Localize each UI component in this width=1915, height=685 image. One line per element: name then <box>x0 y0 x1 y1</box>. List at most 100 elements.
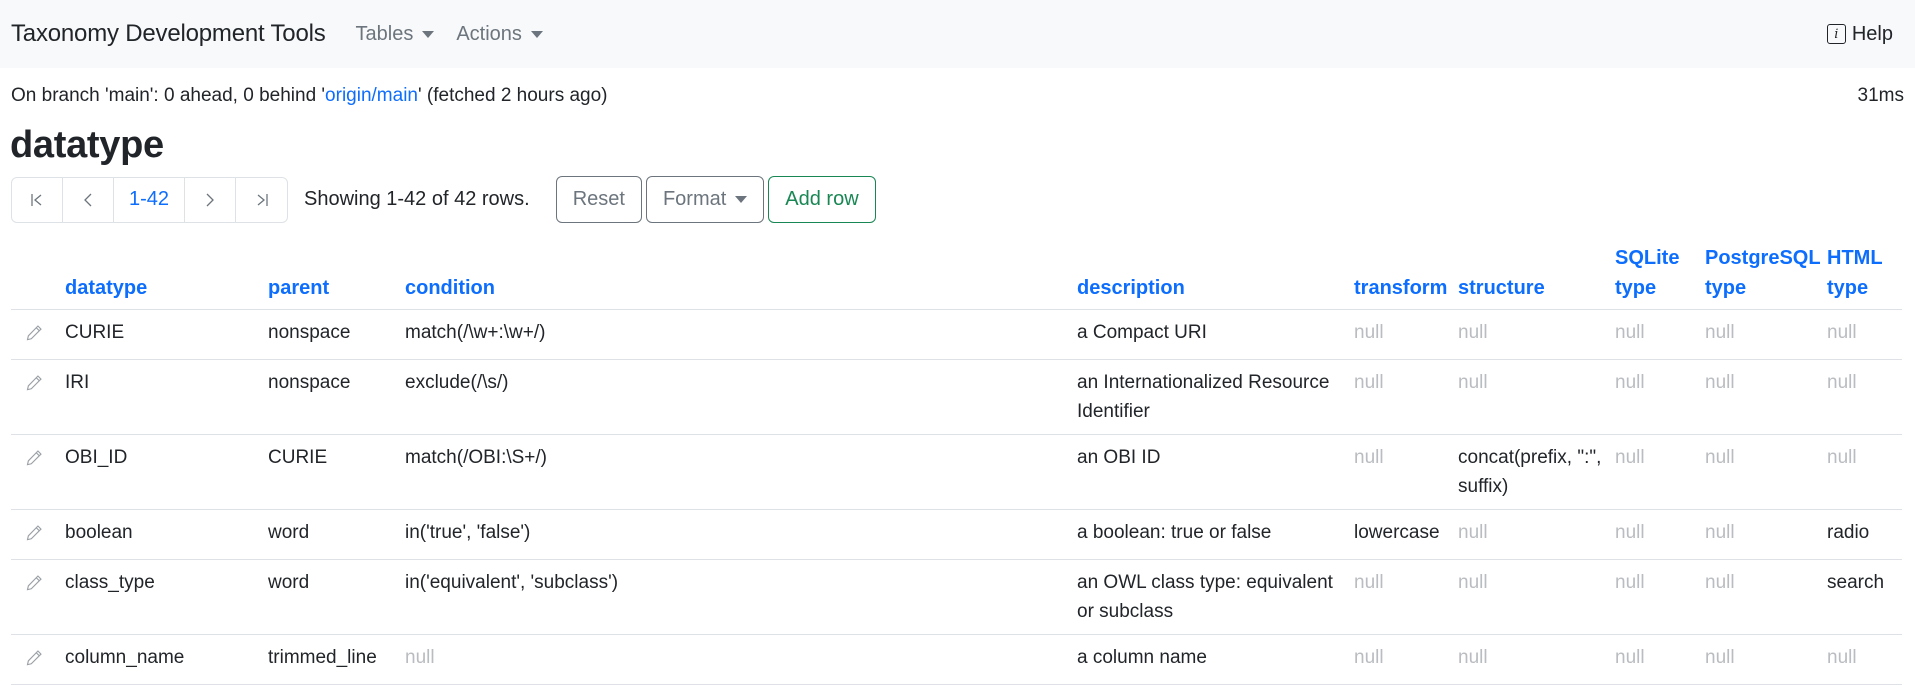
cell-postgresql-type[interactable]: null <box>1705 634 1827 685</box>
cell-html-type[interactable]: search <box>1827 559 1902 635</box>
cell-condition[interactable]: null <box>405 634 1077 685</box>
cell-html-type[interactable]: null <box>1827 434 1902 510</box>
next-page-button[interactable] <box>185 177 236 222</box>
cell-html-type[interactable]: radio <box>1827 509 1902 560</box>
cell-datatype[interactable]: boolean <box>65 509 268 560</box>
table-toolbar: 1-42 Showing 1-42 of 42 rows. Reset Form… <box>11 176 1915 223</box>
edit-row-button[interactable] <box>11 509 65 560</box>
cell-structure[interactable]: null <box>1458 559 1615 635</box>
menu-actions[interactable]: Actions <box>456 23 543 46</box>
cell-datatype[interactable]: column_name <box>65 634 268 685</box>
column-header-parent[interactable]: parent <box>268 243 405 310</box>
row-count-text: Showing 1-42 of 42 rows. <box>304 188 530 210</box>
cell-structure[interactable]: null <box>1458 309 1615 360</box>
help-label: Help <box>1851 22 1893 45</box>
cell-description[interactable]: a column name <box>1077 634 1354 685</box>
cell-parent[interactable]: nonspace <box>268 359 405 435</box>
cell-parent[interactable]: CURIE <box>268 434 405 510</box>
cell-parent[interactable]: trimmed_line <box>268 634 405 685</box>
cell-description[interactable]: a Compact URI <box>1077 309 1354 360</box>
cell-sqlite-type[interactable]: null <box>1615 434 1705 510</box>
table-row: OBI_ID CURIE match(/OBI:\S+/) an OBI ID null… <box>11 434 1902 510</box>
add-row-button[interactable]: Add row <box>768 176 876 223</box>
help-link[interactable]: i Help <box>1826 22 1893 46</box>
cell-postgresql-type[interactable]: null <box>1705 309 1827 360</box>
column-header-datatype[interactable]: datatype <box>65 243 268 310</box>
table-row: column_name trimmed_line null a column name… <box>11 634 1902 685</box>
branch-status-prefix: On branch 'main': 0 ahead, 0 behind ' <box>11 85 326 106</box>
menu-tables[interactable]: Tables <box>356 23 435 46</box>
first-page-icon <box>31 193 42 206</box>
cell-parent[interactable]: word <box>268 509 405 560</box>
cell-sqlite-type[interactable]: null <box>1615 634 1705 685</box>
remote-branch-link[interactable]: origin/main <box>325 85 418 106</box>
column-header-condition[interactable]: condition <box>405 243 1077 310</box>
cell-transform[interactable]: null <box>1354 559 1458 635</box>
cell-sqlite-type[interactable]: null <box>1615 509 1705 560</box>
cell-transform[interactable]: null <box>1354 434 1458 510</box>
cell-datatype[interactable]: CURIE <box>65 309 268 360</box>
branch-status-suffix: ' (fetched 2 hours ago) <box>417 85 608 106</box>
reset-button[interactable]: Reset <box>555 176 642 223</box>
cell-condition[interactable]: exclude(/\s/) <box>405 359 1077 435</box>
cell-structure[interactable]: null <box>1458 359 1615 435</box>
cell-parent[interactable]: word <box>268 559 405 635</box>
edit-row-button[interactable] <box>11 559 65 635</box>
edit-row-button[interactable] <box>11 434 65 510</box>
cell-description[interactable]: a boolean: true or false <box>1077 509 1354 560</box>
edit-row-button[interactable] <box>11 309 65 360</box>
column-header-html-type[interactable]: HTML type <box>1827 243 1902 310</box>
page-title: datatype <box>10 124 164 166</box>
cell-parent[interactable]: nonspace <box>268 309 405 360</box>
cell-sqlite-type[interactable]: null <box>1615 309 1705 360</box>
brand-title[interactable]: Taxonomy Development Tools <box>11 20 326 48</box>
cell-condition[interactable]: in('equivalent', 'subclass') <box>405 559 1077 635</box>
pagination: 1-42 <box>11 176 288 223</box>
cell-html-type[interactable]: null <box>1827 309 1902 360</box>
last-page-button[interactable] <box>236 178 287 222</box>
edit-row-button[interactable] <box>11 359 65 435</box>
datatype-table: datatype parent condition description transf… <box>11 243 1902 685</box>
cell-description[interactable]: an OWL class type: equivalent or subclas… <box>1077 559 1354 635</box>
cell-datatype[interactable]: OBI_ID <box>65 434 268 510</box>
cell-postgresql-type[interactable]: null <box>1705 434 1827 510</box>
cell-datatype[interactable]: class_type <box>65 559 268 635</box>
pencil-icon <box>26 650 42 666</box>
cell-condition[interactable]: match(/\w+:\w+/) <box>405 309 1077 360</box>
cell-postgresql-type[interactable]: null <box>1705 559 1827 635</box>
column-header-structure[interactable]: structure <box>1458 243 1615 310</box>
cell-condition[interactable]: match(/OBI:\S+/) <box>405 434 1077 510</box>
cell-sqlite-type[interactable]: null <box>1615 359 1705 435</box>
cell-description[interactable]: an Internationalized Resource Identifier <box>1077 359 1354 435</box>
info-icon: i <box>1826 24 1846 44</box>
cell-structure[interactable]: concat(prefix, ":", suffix) <box>1458 434 1615 510</box>
cell-structure[interactable]: null <box>1458 634 1615 685</box>
cell-transform[interactable]: null <box>1354 359 1458 435</box>
cell-html-type[interactable]: null <box>1827 634 1902 685</box>
cell-datatype[interactable]: IRI <box>65 359 268 435</box>
cell-structure[interactable]: null <box>1458 509 1615 560</box>
column-header-transform[interactable]: transform <box>1354 243 1458 310</box>
cell-transform[interactable]: null <box>1354 634 1458 685</box>
cell-html-type[interactable]: null <box>1827 359 1902 435</box>
edit-row-button[interactable] <box>11 634 65 685</box>
first-page-button[interactable] <box>12 177 63 222</box>
cell-transform[interactable]: null <box>1354 309 1458 360</box>
column-header-postgresql-type[interactable]: PostgreSQL type <box>1705 243 1827 310</box>
cell-condition[interactable]: in('true', 'false') <box>405 509 1077 560</box>
column-header-sqlite-type[interactable]: SQLite type <box>1615 243 1705 310</box>
navbar: Taxonomy Development Tools Tables Action… <box>0 0 1915 68</box>
chevron-left-icon <box>84 193 92 206</box>
column-header-description[interactable]: description <box>1077 243 1354 310</box>
cell-postgresql-type[interactable]: null <box>1705 509 1827 560</box>
cell-sqlite-type[interactable]: null <box>1615 559 1705 635</box>
timing: 31ms <box>1857 85 1904 106</box>
cell-transform[interactable]: lowercase <box>1354 509 1458 560</box>
format-dropdown-button[interactable]: Format <box>645 176 765 223</box>
last-page-icon <box>257 193 268 206</box>
cell-postgresql-type[interactable]: null <box>1705 359 1827 435</box>
caret-down-icon <box>530 30 543 38</box>
cell-description[interactable]: an OBI ID <box>1077 434 1354 510</box>
prev-page-button[interactable] <box>63 177 114 222</box>
page-range[interactable]: 1-42 <box>114 177 185 222</box>
